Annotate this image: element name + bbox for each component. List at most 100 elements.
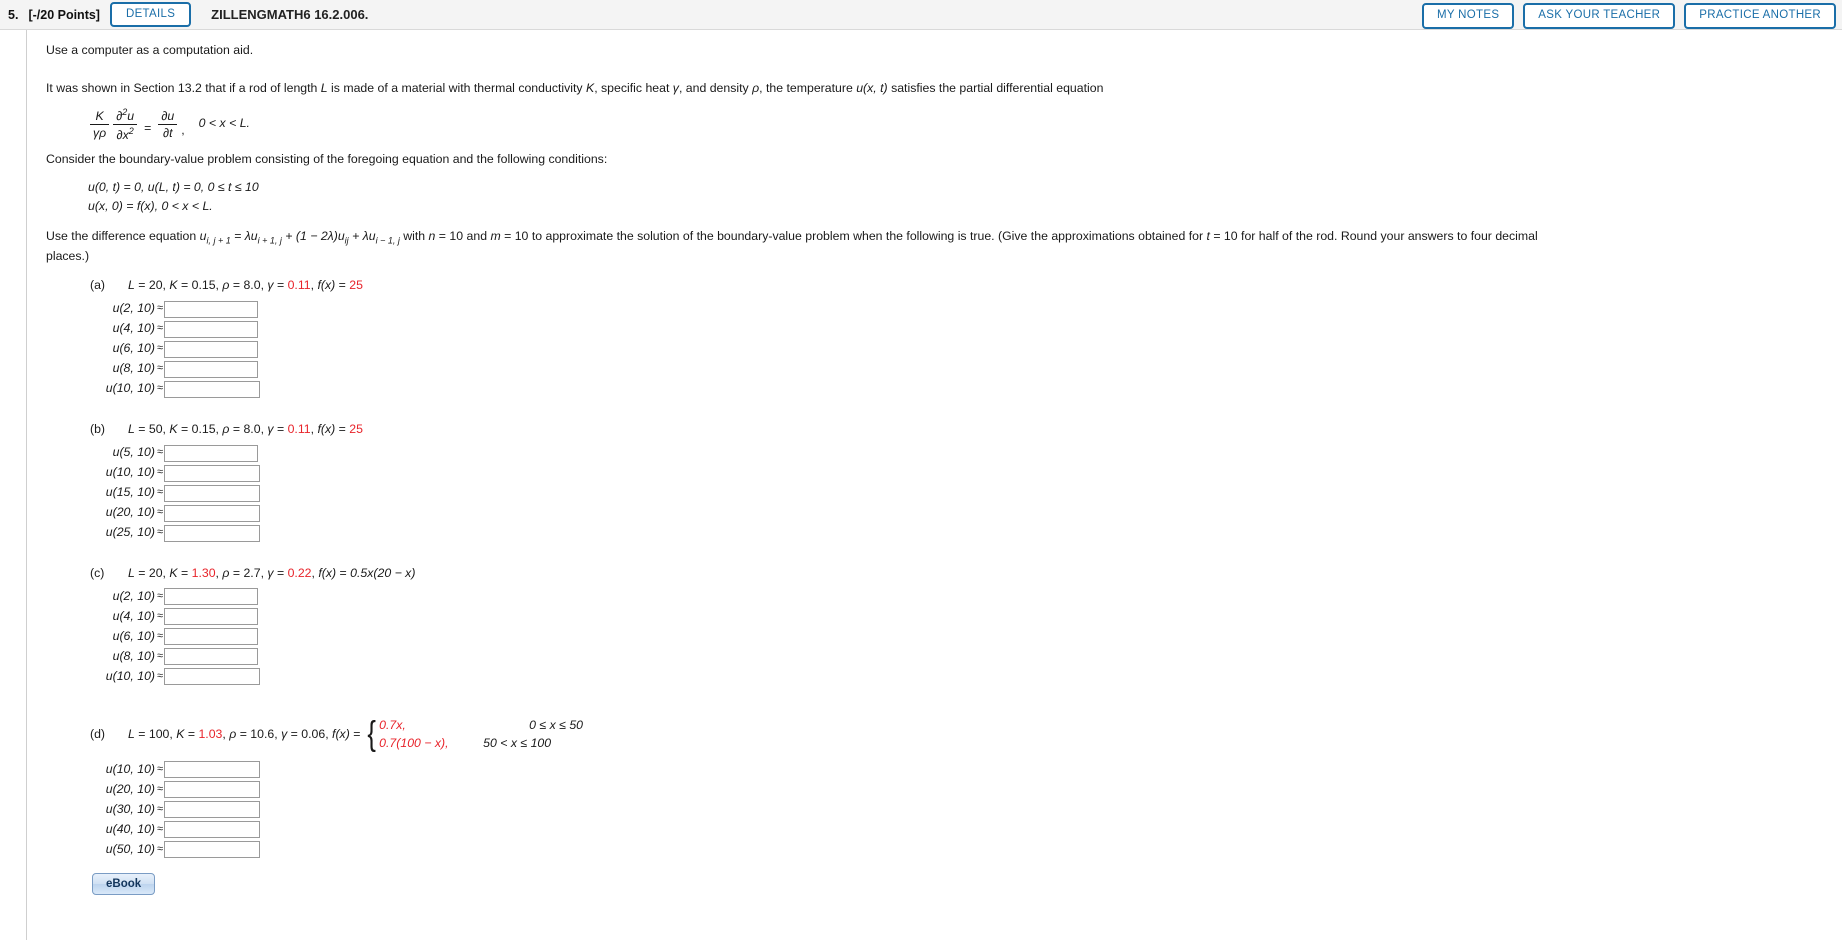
diffeq-mid-2: + λu: [348, 229, 376, 244]
approximately-equal-icon: ≈: [157, 322, 164, 335]
param-equals: =: [273, 278, 288, 293]
intro-end: satisfies the partial differential equat…: [887, 80, 1104, 95]
part-heading: (a) L = 20, K = 0.15, ρ = 8.0, γ = 0.11, …: [90, 277, 1842, 295]
approximately-equal-icon: ≈: [157, 842, 164, 855]
header-actions-group: MY NOTES ASK YOUR TEACHER PRACTICE ANOTH…: [1422, 3, 1836, 29]
param-value: 20: [148, 278, 163, 293]
answer-input---20--10-[interactable]: [164, 781, 261, 799]
param-value: 0.15: [191, 278, 216, 293]
answer-input---2--10-[interactable]: [164, 588, 259, 606]
param-separator: ,: [325, 726, 333, 741]
partial-var-u: u: [127, 108, 135, 123]
diffeq-t-value: = 10: [1209, 229, 1238, 244]
answer-input---8--10-[interactable]: [164, 648, 259, 666]
assignment-code: ZILLENGMATH6 16.2.006.: [211, 7, 369, 22]
approximately-equal-icon: ≈: [157, 486, 164, 499]
param-value: 2.7: [243, 566, 261, 581]
answer-row: u(8, 10) ≈: [90, 359, 1842, 379]
answer-label: u(15, 10): [105, 485, 155, 500]
answer-input---6--10-[interactable]: [164, 340, 259, 358]
answer-row: u(6, 10) ≈: [90, 339, 1842, 359]
param-symbol: L: [128, 566, 135, 581]
equation-equals-sign: =: [144, 121, 152, 136]
answer-input---10--10-[interactable]: [164, 668, 261, 686]
answer-input---20--10-[interactable]: [164, 504, 261, 522]
intro-mid3: , and density: [678, 80, 753, 95]
answer-row: u(2, 10) ≈: [90, 587, 1842, 607]
answer-label: u(40, 10): [105, 821, 155, 836]
piecewise-row: 0.7x, 0 ≤ x ≤ 50: [379, 717, 583, 735]
diffeq-n-value: = 10: [435, 229, 464, 244]
my-notes-button[interactable]: MY NOTES: [1422, 3, 1515, 29]
piecewise-function: {0.7x, 0 ≤ x ≤ 50 0.7(100 − x), 50 < x ≤ 10…: [366, 717, 583, 753]
param-symbol: L: [128, 278, 135, 293]
fraction-numerator-d2u: ∂2u: [113, 107, 138, 125]
answer-input---4--10-[interactable]: [164, 320, 259, 338]
answer-row: u(25, 10) ≈: [90, 523, 1842, 543]
approximately-equal-icon: ≈: [157, 589, 164, 602]
intro-var-K: K: [585, 80, 595, 95]
difference-equation-paragraph: Use the difference equation ui, j + 1 = …: [46, 228, 1576, 265]
part-label: (b): [90, 422, 106, 437]
diffeq-and: and: [463, 229, 491, 244]
diffeq-mid-1: + (1 − 2λ)u: [281, 229, 345, 244]
param-equals: =: [134, 278, 149, 293]
fraction-denominator-gamma-rho: γρ: [93, 125, 107, 140]
param-value: 0.06: [301, 726, 326, 741]
answer-field-group: u(2, 10) ≈ u(4, 10) ≈ u(6, 10) ≈ u(8, 10) ≈ u(10…: [90, 587, 1842, 687]
approximately-equal-icon: ≈: [157, 629, 164, 642]
answer-row: u(40, 10) ≈: [90, 820, 1842, 840]
approximately-equal-icon: ≈: [157, 609, 164, 622]
param-symbol: f(x): [317, 278, 336, 293]
approximately-equal-icon: ≈: [157, 669, 164, 682]
part-d: (d) L = 100, K = 1.03, ρ = 10.6, γ = 0.06…: [90, 717, 1842, 860]
param-equals: =: [134, 566, 149, 581]
answer-row: u(10, 10) ≈: [90, 760, 1842, 780]
answer-input---2--10-[interactable]: [164, 300, 259, 318]
answer-input---10--10-[interactable]: [164, 761, 261, 779]
ebook-button[interactable]: eBook: [92, 872, 156, 895]
piecewise-domain: 0 ≤ x ≤ 50: [529, 717, 584, 732]
intro-mid1: is made of a material with thermal condu…: [327, 80, 586, 95]
param-symbol: f(x): [332, 726, 350, 741]
param-value: 8.0: [243, 278, 261, 293]
parts-container: (a) L = 20, K = 0.15, ρ = 8.0, γ = 0.11, …: [46, 277, 1842, 859]
boundary-condition-2: u(x, 0) = f(x), 0 < x < L.: [88, 199, 213, 213]
param-equals: =: [177, 422, 192, 437]
part-c: (c) L = 20, K = 1.30, ρ = 2.7, γ = 0.22, …: [90, 565, 1842, 687]
answer-input---15--10-[interactable]: [164, 484, 261, 502]
fraction-denominator-dx2: ∂x2: [113, 125, 137, 142]
question-header-bar: 5. [-/20 Points] DETAILS ZILLENGMATH6 16…: [0, 0, 1842, 30]
answer-input---10--10-[interactable]: [164, 380, 261, 398]
answer-label: u(6, 10): [112, 341, 155, 356]
intro-mid2: , specific heat: [594, 80, 673, 95]
answer-label: u(2, 10): [112, 588, 155, 603]
answer-label: u(20, 10): [105, 781, 155, 796]
param-symbol: f(x): [318, 566, 337, 581]
part-label: (c): [90, 566, 105, 581]
answer-input---5--10-[interactable]: [164, 444, 259, 462]
answer-row: u(2, 10) ≈: [90, 299, 1842, 319]
practice-another-button[interactable]: PRACTICE ANOTHER: [1684, 3, 1836, 29]
answer-row: u(4, 10) ≈: [90, 607, 1842, 627]
answer-input---25--10-[interactable]: [164, 524, 261, 542]
answer-row: u(10, 10) ≈: [90, 379, 1842, 399]
ask-your-teacher-button[interactable]: ASK YOUR TEACHER: [1523, 3, 1676, 29]
param-value: 100: [148, 726, 170, 741]
param-value: 0.22: [287, 566, 312, 581]
intro-paragraph: It was shown in Section 13.2 that if a r…: [46, 80, 1842, 98]
answer-input---6--10-[interactable]: [164, 628, 259, 646]
intro-var-L: L: [320, 80, 328, 95]
answer-input---40--10-[interactable]: [164, 821, 261, 839]
diffeq-with: with: [399, 229, 429, 244]
details-button[interactable]: DETAILS: [109, 1, 192, 28]
answer-label: u(5, 10): [112, 445, 155, 460]
answer-row: u(10, 10) ≈: [90, 463, 1842, 483]
answer-input---8--10-[interactable]: [164, 360, 259, 378]
diffeq-eq-lambda-u: = λu: [230, 229, 258, 244]
answer-input---10--10-[interactable]: [164, 464, 261, 482]
answer-input---30--10-[interactable]: [164, 801, 261, 819]
equation-domain: 0 < x < L.: [198, 116, 250, 131]
answer-input---4--10-[interactable]: [164, 608, 259, 626]
answer-input---50--10-[interactable]: [164, 841, 261, 859]
